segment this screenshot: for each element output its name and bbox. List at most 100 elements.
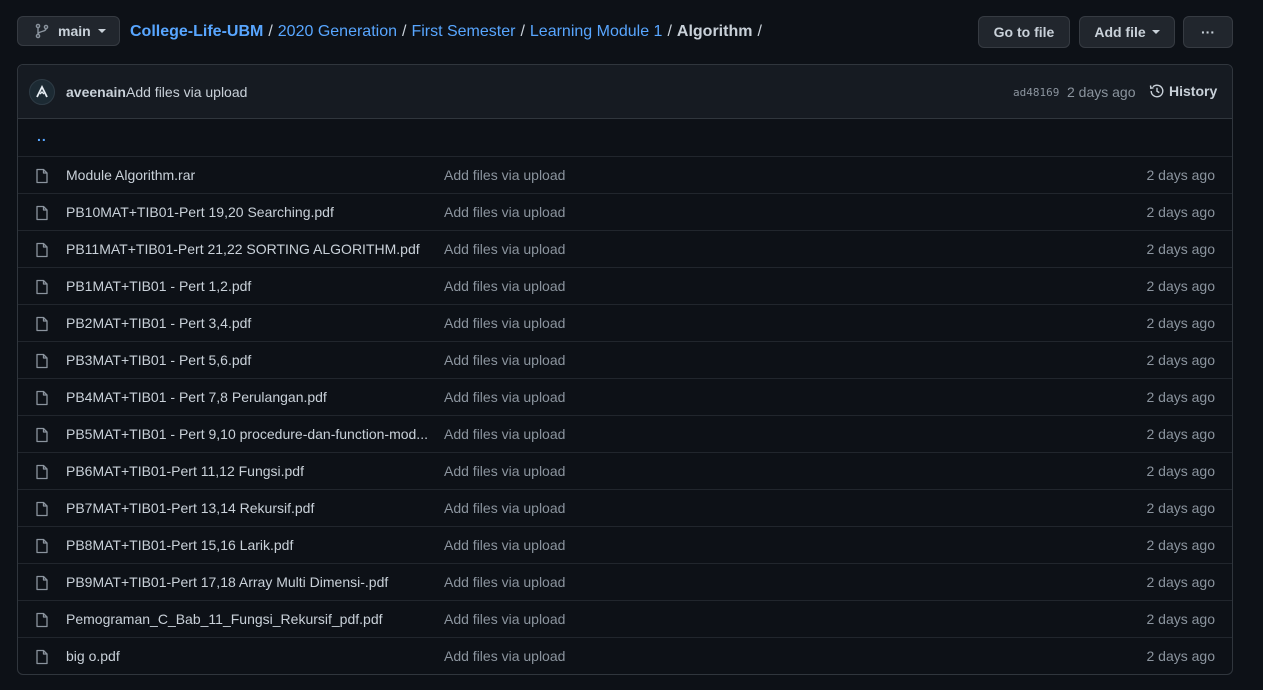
file-name-link[interactable]: PB2MAT+TIB01 - Pert 3,4.pdf xyxy=(66,315,428,331)
history-link[interactable]: History xyxy=(1149,83,1217,99)
file-row[interactable]: big o.pdf Add files via upload 2 days ago xyxy=(18,637,1232,674)
file-icon xyxy=(36,242,48,258)
file-row[interactable]: PB1MAT+TIB01 - Pert 1,2.pdf Add files via… xyxy=(18,267,1232,304)
file-name-link[interactable]: PB5MAT+TIB01 - Pert 9,10 procedure-dan-f… xyxy=(66,426,428,442)
file-name-link[interactable]: PB11MAT+TIB01-Pert 21,22 SORTING ALGORIT… xyxy=(66,241,428,257)
file-commit-age: 2 days ago xyxy=(1146,574,1216,590)
file-list: aveenain Add files via upload ad48169 2 … xyxy=(17,64,1233,675)
branch-label: main xyxy=(58,23,91,39)
file-commit-message-link[interactable]: Add files via upload xyxy=(444,574,565,590)
file-commit-message-link[interactable]: Add files via upload xyxy=(444,648,565,664)
file-row[interactable]: PB11MAT+TIB01-Pert 21,22 SORTING ALGORIT… xyxy=(18,230,1232,267)
file-name-link[interactable]: PB7MAT+TIB01-Pert 13,14 Rekursif.pdf xyxy=(66,500,428,516)
breadcrumb-separator: / xyxy=(520,23,525,40)
more-options-button[interactable]: ··· xyxy=(1183,16,1233,48)
user-avatar[interactable] xyxy=(29,79,55,105)
file-row[interactable]: PB7MAT+TIB01-Pert 13,14 Rekursif.pdf Add … xyxy=(18,489,1232,526)
breadcrumb-current: Algorithm xyxy=(676,23,753,40)
file-commit-message-link[interactable]: Add files via upload xyxy=(444,426,565,442)
file-commit-message-link[interactable]: Add files via upload xyxy=(444,352,565,368)
file-commit-message-link[interactable]: Add files via upload xyxy=(444,278,565,294)
file-commit-message-link[interactable]: Add files via upload xyxy=(444,611,565,627)
file-name-link[interactable]: PB9MAT+TIB01-Pert 17,18 Array Multi Dime… xyxy=(66,574,428,590)
file-commit-message-link[interactable]: Add files via upload xyxy=(444,167,565,183)
file-name-link[interactable]: PB1MAT+TIB01 - Pert 1,2.pdf xyxy=(66,278,428,294)
file-row[interactable]: Pemograman_C_Bab_11_Fungsi_Rekursif_pdf.… xyxy=(18,600,1232,637)
file-row[interactable]: Module Algorithm.rar Add files via upload… xyxy=(18,156,1232,193)
breadcrumb-separator: / xyxy=(268,23,273,40)
caret-down-icon xyxy=(1151,30,1160,34)
file-name-link[interactable]: PB3MAT+TIB01 - Pert 5,6.pdf xyxy=(66,352,428,368)
kebab-horizontal-icon: ··· xyxy=(1201,24,1215,40)
avatar-logo-icon xyxy=(36,85,48,98)
commit-message-link[interactable]: Add files via upload xyxy=(126,84,247,100)
file-commit-message-link[interactable]: Add files via upload xyxy=(444,500,565,516)
history-clock-icon xyxy=(1149,84,1164,98)
file-name-link[interactable]: PB8MAT+TIB01-Pert 15,16 Larik.pdf xyxy=(66,537,428,553)
file-row[interactable]: PB3MAT+TIB01 - Pert 5,6.pdf Add files via… xyxy=(18,341,1232,378)
commit-sha-link[interactable]: ad48169 xyxy=(1013,86,1059,99)
caret-down-icon xyxy=(97,29,106,33)
breadcrumb-link-generation[interactable]: 2020 Generation xyxy=(278,23,397,41)
file-icon xyxy=(36,612,48,628)
git-branch-icon xyxy=(35,23,49,39)
file-icon xyxy=(36,353,48,369)
file-commit-age: 2 days ago xyxy=(1146,389,1216,405)
parent-directory-link[interactable]: .. xyxy=(37,128,47,144)
file-commit-age: 2 days ago xyxy=(1146,463,1216,479)
file-row[interactable]: PB10MAT+TIB01-Pert 19,20 Searching.pdf Ad… xyxy=(18,193,1232,230)
parent-directory-row: .. xyxy=(18,119,1232,156)
file-commit-age: 2 days ago xyxy=(1146,426,1216,442)
file-name-link[interactable]: big o.pdf xyxy=(66,648,428,664)
file-icon xyxy=(36,390,48,406)
add-file-label: Add file xyxy=(1094,24,1146,40)
file-row[interactable]: PB9MAT+TIB01-Pert 17,18 Array Multi Dime… xyxy=(18,563,1232,600)
breadcrumb-link-semester[interactable]: First Semester xyxy=(411,23,515,41)
file-commit-message-link[interactable]: Add files via upload xyxy=(444,204,565,220)
file-name-link[interactable]: PB10MAT+TIB01-Pert 19,20 Searching.pdf xyxy=(66,204,428,220)
file-commit-message-link[interactable]: Add files via upload xyxy=(444,463,565,479)
add-file-button[interactable]: Add file xyxy=(1079,16,1175,48)
file-icon xyxy=(36,649,48,665)
file-icon xyxy=(36,316,48,332)
file-commit-age: 2 days ago xyxy=(1146,204,1216,220)
breadcrumb-link-module[interactable]: Learning Module 1 xyxy=(530,23,663,41)
file-commit-message-link[interactable]: Add files via upload xyxy=(444,537,565,553)
file-name-link[interactable]: Pemograman_C_Bab_11_Fungsi_Rekursif_pdf.… xyxy=(66,611,428,627)
go-to-file-button[interactable]: Go to file xyxy=(978,16,1070,48)
file-icon xyxy=(36,205,48,221)
file-row[interactable]: PB5MAT+TIB01 - Pert 9,10 procedure-dan-f… xyxy=(18,415,1232,452)
file-navigation: main College-Life-UBM / 2020 Generation … xyxy=(17,16,1233,48)
file-commit-message-link[interactable]: Add files via upload xyxy=(444,315,565,331)
history-label: History xyxy=(1169,83,1218,99)
file-commit-message-link[interactable]: Add files via upload xyxy=(444,389,565,405)
commit-author-link[interactable]: aveenain xyxy=(66,84,126,100)
branch-select-button[interactable]: main xyxy=(17,16,120,46)
file-name-link[interactable]: PB6MAT+TIB01-Pert 11,12 Fungsi.pdf xyxy=(66,463,428,479)
file-commit-age: 2 days ago xyxy=(1146,241,1216,257)
file-row[interactable]: PB4MAT+TIB01 - Pert 7,8 Perulangan.pdf Ad… xyxy=(18,378,1232,415)
file-name-link[interactable]: Module Algorithm.rar xyxy=(66,167,428,183)
file-icon xyxy=(36,501,48,517)
file-commit-age: 2 days ago xyxy=(1146,648,1216,664)
file-rows: Module Algorithm.rar Add files via upload… xyxy=(18,156,1232,674)
file-commit-age: 2 days ago xyxy=(1146,352,1216,368)
file-commit-age: 2 days ago xyxy=(1146,278,1216,294)
file-row[interactable]: PB8MAT+TIB01-Pert 15,16 Larik.pdf Add fil… xyxy=(18,526,1232,563)
file-commit-age: 2 days ago xyxy=(1146,315,1216,331)
file-commit-message-link[interactable]: Add files via upload xyxy=(444,241,565,257)
file-icon xyxy=(36,279,48,295)
file-commit-age: 2 days ago xyxy=(1146,611,1216,627)
file-name-link[interactable]: PB4MAT+TIB01 - Pert 7,8 Perulangan.pdf xyxy=(66,389,428,405)
file-row[interactable]: PB2MAT+TIB01 - Pert 3,4.pdf Add files via… xyxy=(18,304,1232,341)
file-commit-age: 2 days ago xyxy=(1146,537,1216,553)
breadcrumb-separator: / xyxy=(757,23,762,40)
latest-commit-bar: aveenain Add files via upload ad48169 2 … xyxy=(18,65,1232,119)
file-icon xyxy=(36,538,48,554)
file-icon xyxy=(36,168,48,184)
file-commit-age: 2 days ago xyxy=(1146,167,1216,183)
file-commit-age: 2 days ago xyxy=(1146,500,1216,516)
file-icon xyxy=(36,464,48,480)
file-row[interactable]: PB6MAT+TIB01-Pert 11,12 Fungsi.pdf Add fi… xyxy=(18,452,1232,489)
breadcrumb-repo-link[interactable]: College-Life-UBM xyxy=(130,23,263,41)
